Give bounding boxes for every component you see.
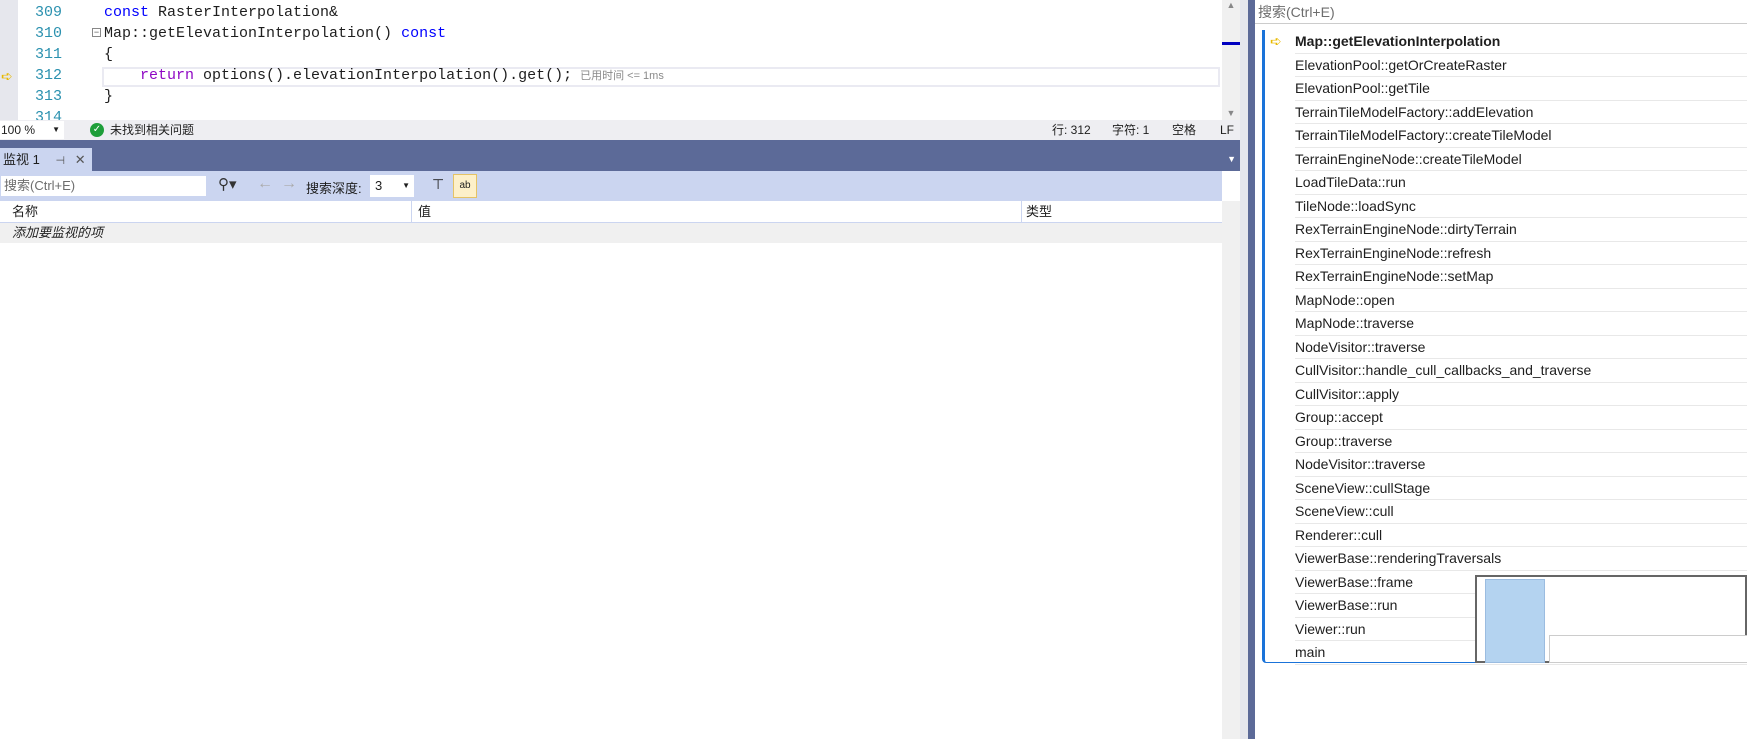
minimap-node (1485, 579, 1545, 663)
code-token: } (104, 88, 114, 105)
call-stack-frame[interactable]: TerrainEngineNode::createTileModel (1295, 148, 1747, 171)
call-stack-frame[interactable]: RexTerrainEngineNode::setMap (1295, 265, 1747, 289)
call-stack-frame[interactable]: MapNode::open (1295, 289, 1747, 312)
minimap-node (1549, 635, 1747, 663)
call-stack-frame[interactable]: LoadTileData::run (1295, 171, 1747, 195)
call-stack-frame[interactable]: RexTerrainEngineNode::refresh (1295, 242, 1747, 265)
chevron-down-icon: ▼ (52, 125, 60, 134)
tab-label: 监视 1 (3, 152, 40, 167)
collapse-icon[interactable]: − (92, 28, 101, 37)
scroll-marker (1222, 42, 1240, 45)
eol-indicator[interactable]: LF (1220, 120, 1234, 140)
code-token: const (104, 4, 150, 21)
depth-value: 3 (375, 178, 383, 193)
code-token: Map::getElevationInterpolation() (104, 25, 402, 42)
perf-tip[interactable]: 已用时间 <= 1ms (580, 70, 664, 82)
line-number: 309 (34, 4, 62, 21)
zoom-value: 100 % (1, 123, 36, 137)
close-icon[interactable]: ✕ (75, 152, 86, 167)
call-stack-frame[interactable]: MapNode::traverse (1295, 312, 1747, 336)
minimap-preview[interactable] (1475, 575, 1747, 663)
call-stack-frame[interactable]: CullVisitor::apply (1295, 383, 1747, 406)
line-number: 312 (34, 67, 62, 84)
call-stack-frame[interactable]: SceneView::cullStage (1295, 477, 1747, 500)
callstack-search-input[interactable]: 搜索(Ctrl+E) (1255, 0, 1747, 24)
column-name[interactable]: 名称 (0, 201, 412, 223)
chevron-down-icon: ▼ (402, 181, 410, 190)
code-line[interactable]: const RasterInterpolation& (104, 4, 338, 21)
code-token: { (104, 46, 114, 63)
call-stack-frame[interactable]: Map::getElevationInterpolation (1295, 30, 1747, 54)
editor-status-bar: 100 % ▼ ✓ 未找到相关问题 行: 312 字符: 1 空格 LF (0, 120, 1240, 140)
code-token: const (401, 25, 447, 42)
watch-list (0, 243, 1222, 739)
spaces-indicator[interactable]: 空格 (1172, 120, 1196, 140)
panel-divider (1248, 0, 1255, 739)
column-value[interactable]: 值 (412, 201, 1022, 223)
line-number: 313 (34, 88, 62, 105)
forward-icon[interactable]: → (281, 175, 297, 193)
call-stack-frame[interactable]: RexTerrainEngineNode::dirtyTerrain (1295, 218, 1747, 242)
code-line[interactable]: return options().elevationInterpolation(… (104, 67, 664, 84)
search-depth-label: 搜索深度: (306, 181, 362, 196)
line-indicator[interactable]: 行: 312 (1052, 120, 1091, 140)
scroll-up-icon[interactable]: ▲ (1222, 0, 1240, 10)
search-placeholder: 搜索(Ctrl+E) (1258, 4, 1335, 20)
current-statement-arrow-icon: ➪ (1, 68, 13, 84)
call-stack-frame[interactable]: TileNode::loadSync (1295, 195, 1747, 218)
search-depth-select[interactable]: 3 ▼ (370, 175, 414, 197)
call-stack-frame[interactable]: CullVisitor::handle_cull_callbacks_and_t… (1295, 359, 1747, 383)
column-type[interactable]: 类型 (1026, 201, 1052, 223)
call-stack-frame[interactable]: SceneView::cull (1295, 500, 1747, 524)
call-stack-frame[interactable]: NodeVisitor::traverse (1295, 453, 1747, 477)
current-frame-arrow-icon: ➪ (1270, 33, 1282, 49)
call-stack-frame[interactable]: ElevationPool::getTile (1295, 77, 1747, 101)
watch-header: 名称 值 类型 (0, 201, 1222, 223)
view-toggle-icon[interactable]: ab (453, 174, 477, 198)
code-token: return (140, 67, 195, 84)
watch-tab-bar: ▼ (0, 140, 1240, 171)
code-line[interactable]: } (104, 88, 113, 105)
code-line[interactable]: { (104, 46, 113, 63)
search-icon[interactable]: ⚲▾ (218, 175, 237, 193)
search-placeholder: 搜索(Ctrl+E) (4, 178, 76, 193)
call-stack-frame[interactable]: Group::traverse (1295, 430, 1747, 453)
call-stack-frame[interactable]: NodeVisitor::traverse (1295, 336, 1747, 359)
call-stack-frame[interactable]: TerrainTileModelFactory::createTileModel (1295, 124, 1747, 148)
watch-scrollbar[interactable] (1222, 201, 1240, 739)
back-icon[interactable]: ← (257, 175, 273, 193)
code-token: options().elevationInterpolation().get()… (194, 67, 573, 84)
indicator-margin: ➪ (0, 0, 18, 120)
check-icon: ✓ (90, 123, 104, 137)
char-indicator[interactable]: 字符: 1 (1112, 120, 1149, 140)
filter-pin-icon[interactable]: ⊤ (432, 176, 444, 193)
call-stack-frame[interactable]: Group::accept (1295, 406, 1747, 430)
pin-icon[interactable]: ⊣ (55, 155, 65, 167)
splitter[interactable] (1240, 0, 1248, 739)
call-stack-frame[interactable]: ElevationPool::getOrCreateRaster (1295, 54, 1747, 77)
add-watch-item[interactable]: 添加要监视的项 (0, 223, 1222, 243)
issues-status[interactable]: 未找到相关问题 (110, 120, 194, 140)
zoom-select[interactable]: 100 % ▼ (0, 121, 64, 139)
dropdown-icon[interactable]: ▼ (1227, 154, 1236, 164)
line-number: 311 (34, 46, 62, 63)
tab-watch-1[interactable]: 监视 1 ⊣ ✕ (0, 148, 92, 171)
watch-search-input[interactable]: 搜索(Ctrl+E) (0, 175, 207, 197)
code-token: RasterInterpolation& (149, 4, 339, 21)
call-stack-frame[interactable]: Renderer::cull (1295, 524, 1747, 547)
scroll-down-icon[interactable]: ▼ (1222, 108, 1240, 118)
call-stack-frame[interactable]: TerrainTileModelFactory::addElevation (1295, 101, 1747, 124)
code-line[interactable]: Map::getElevationInterpolation() const (104, 25, 446, 42)
call-stack-frame[interactable]: ViewerBase::renderingTraversals (1295, 547, 1747, 571)
add-item-text: 添加要监视的项 (12, 225, 104, 240)
line-number: 310 (34, 25, 62, 42)
editor-scrollbar[interactable]: ▲ ▼ (1222, 0, 1240, 120)
call-stack-frames: ➪ Map::getElevationInterpolation Elevatio… (1262, 30, 1747, 665)
